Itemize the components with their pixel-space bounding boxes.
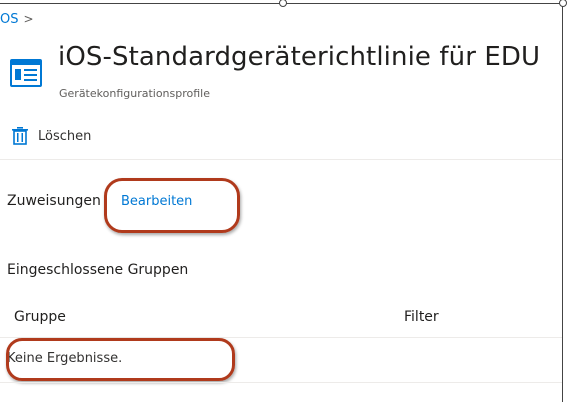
chevron-right-icon: > — [23, 12, 34, 26]
included-groups-title: Eingeschlossene Gruppen — [7, 262, 189, 278]
trash-icon — [12, 127, 28, 145]
assignments-label: Zuweisungen — [7, 193, 101, 209]
breadcrumb: OS > — [0, 12, 34, 27]
resize-handle-top[interactable] — [279, 0, 287, 7]
column-header-group: Gruppe — [14, 309, 66, 325]
table-bottom-divider — [0, 382, 562, 383]
delete-button-label: Löschen — [38, 128, 92, 144]
toolbar-divider — [0, 159, 562, 160]
resize-handle-top-right[interactable] — [559, 0, 567, 7]
annotation-oval-edit — [104, 178, 240, 233]
page-subtitle: Gerätekonfigurationsprofile — [59, 87, 211, 100]
frame-right-border — [562, 4, 563, 402]
page-title: iOS-Standardgeräterichtlinie für EDU — [58, 42, 541, 72]
breadcrumb-item[interactable]: OS — [0, 12, 18, 27]
delete-button[interactable]: Löschen — [12, 125, 91, 147]
profile-config-icon — [10, 57, 42, 89]
column-header-filter: Filter — [404, 309, 439, 325]
annotation-oval-empty — [6, 338, 235, 381]
